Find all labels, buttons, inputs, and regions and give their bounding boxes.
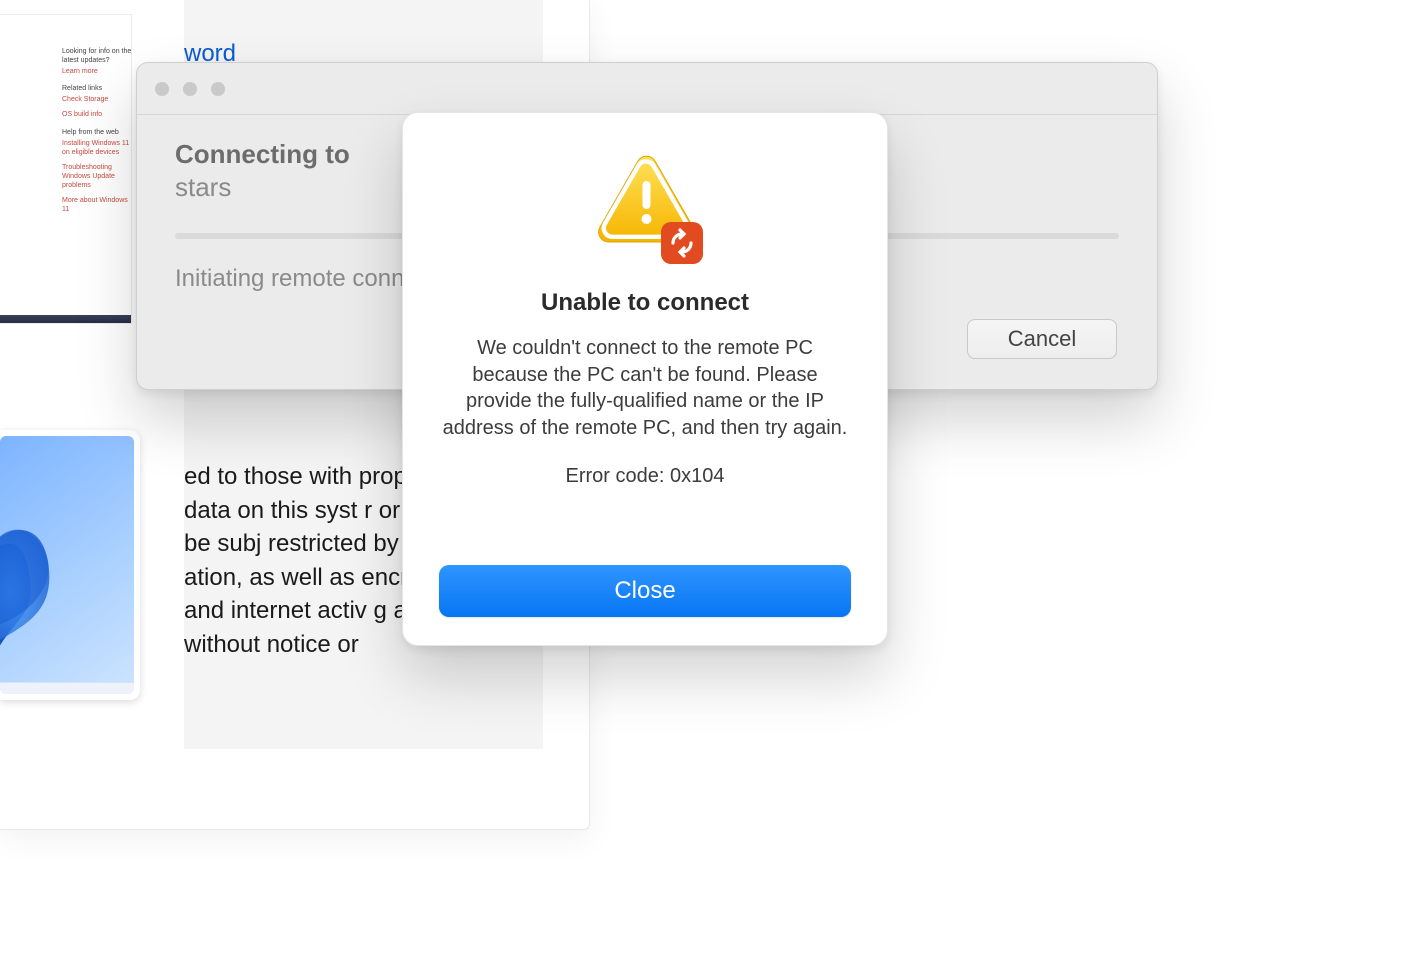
traffic-close-icon[interactable] [155, 82, 169, 96]
traffic-zoom-icon[interactable] [211, 82, 225, 96]
thumb-link-learn: Learn more [62, 67, 132, 76]
thumb-section-help: Help from the web [62, 128, 132, 137]
window-titlebar [137, 63, 1157, 115]
windows-desktop-thumbnail [0, 430, 140, 700]
thumb-section-related: Related links [62, 84, 132, 93]
dialog-title: Unable to connect [541, 289, 749, 317]
wallpaper-image [0, 436, 134, 694]
dialog-error-code: Error code: 0x104 [566, 465, 725, 488]
thumb-link-build: OS build info [62, 110, 132, 119]
window-traffic-lights[interactable] [155, 82, 225, 96]
bloom-icon [0, 436, 134, 689]
dialog-message: We couldn't connect to the remote PC bec… [439, 335, 851, 441]
thumb-heading: Looking for info on the latest updates? [62, 47, 132, 65]
thumb-link-install: Installing Windows 11 on eligible device… [62, 139, 132, 157]
thumb-taskbar [0, 315, 131, 323]
warning-icon [590, 155, 700, 261]
traffic-minimize-icon[interactable] [183, 82, 197, 96]
windows-settings-thumbnail: Looking for info on the latest updates? … [0, 14, 132, 324]
close-button[interactable]: Close [439, 565, 851, 617]
cancel-button[interactable]: Cancel [967, 319, 1117, 359]
remote-desktop-icon [660, 221, 704, 265]
thumb-link-storage: Check Storage [62, 95, 132, 104]
thumb-win11-taskbar [0, 682, 134, 694]
error-dialog: Unable to connect We couldn't connect to… [402, 112, 888, 646]
thumb-link-troubleshoot: Troubleshooting Windows Update problems [62, 163, 132, 190]
thumb-link-more: More about Windows 11 [62, 196, 132, 214]
